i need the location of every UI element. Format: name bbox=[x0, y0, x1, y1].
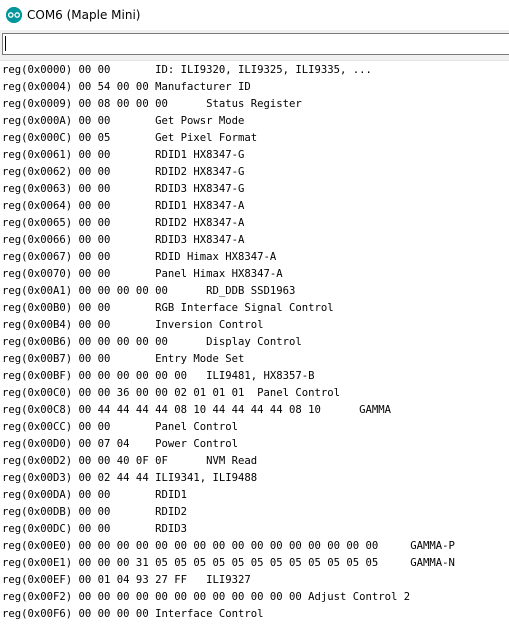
output-line: reg(0x00B7) 00 00 Entry Mode Set bbox=[2, 353, 245, 365]
output-line: reg(0x00DC) 00 00 RDID3 bbox=[2, 523, 187, 535]
output-line: reg(0x00F6) 00 00 00 00 Interface Contro… bbox=[2, 608, 264, 620]
output-line: reg(0x00C8) 00 44 44 44 44 08 10 44 44 4… bbox=[2, 404, 392, 416]
output-line: reg(0x0065) 00 00 RDID2 HX8347-A bbox=[2, 217, 245, 229]
output-line: reg(0x00CC) 00 00 Panel Control bbox=[2, 421, 238, 433]
output-line: reg(0x0061) 00 00 RDID1 HX8347-G bbox=[2, 149, 245, 161]
output-line: reg(0x0062) 00 00 RDID2 HX8347-G bbox=[2, 166, 245, 178]
serial-input[interactable] bbox=[2, 33, 509, 55]
output-line: reg(0x00B4) 00 00 Inversion Control bbox=[2, 319, 264, 331]
output-line: reg(0x00D3) 00 02 44 44 ILI9341, ILI9488 bbox=[2, 472, 258, 484]
output-line: reg(0x00D2) 00 00 40 0F 0F NVM Read bbox=[2, 455, 258, 467]
output-line: reg(0x0009) 00 08 00 00 00 Status Regist… bbox=[2, 98, 302, 110]
output-line: reg(0x0067) 00 00 RDID Himax HX8347-A bbox=[2, 251, 277, 263]
output-line: reg(0x00D0) 00 07 04 Power Control bbox=[2, 438, 238, 450]
serial-output[interactable]: reg(0x0000) 00 00 ID: ILI9320, ILI9325, … bbox=[0, 62, 509, 636]
window-title: COM6 (Maple Mini) bbox=[27, 8, 141, 22]
output-line: reg(0x0070) 00 00 Panel Himax HX8347-A bbox=[2, 268, 283, 280]
output-line: reg(0x00A1) 00 00 00 00 00 RD_DDB SSD196… bbox=[2, 285, 296, 297]
output-line: reg(0x00E1) 00 00 00 31 05 05 05 05 05 0… bbox=[2, 557, 455, 569]
output-line: reg(0x00B6) 00 00 00 00 00 Display Contr… bbox=[2, 336, 302, 348]
output-line: reg(0x0000) 00 00 ID: ILI9320, ILI9325, … bbox=[2, 64, 372, 76]
output-line: reg(0x0064) 00 00 RDID1 HX8347-A bbox=[2, 200, 245, 212]
arduino-logo-icon bbox=[6, 7, 22, 23]
output-line: reg(0x000C) 00 05 Get Pixel Format bbox=[2, 132, 258, 144]
output-line: reg(0x00E0) 00 00 00 00 00 00 00 00 00 0… bbox=[2, 540, 455, 552]
output-line: reg(0x00DA) 00 00 RDID1 bbox=[2, 489, 187, 501]
output-line: reg(0x00C0) 00 00 36 00 00 02 01 01 01 P… bbox=[2, 387, 341, 399]
title-bar: COM6 (Maple Mini) bbox=[0, 0, 509, 30]
divider bbox=[0, 60, 509, 61]
output-line: reg(0x00F2) 00 00 00 00 00 00 00 00 00 0… bbox=[2, 591, 411, 603]
output-line: reg(0x0063) 00 00 RDID3 HX8347-G bbox=[2, 183, 245, 195]
text-caret bbox=[5, 36, 6, 51]
output-line: reg(0x00EF) 00 01 04 93 27 FF ILI9327 bbox=[2, 574, 251, 586]
output-line: reg(0x00B0) 00 00 RGB Interface Signal C… bbox=[2, 302, 334, 314]
output-line: reg(0x000A) 00 00 Get Powsr Mode bbox=[2, 115, 245, 127]
send-bar bbox=[0, 30, 509, 60]
output-line: reg(0x00DB) 00 00 RDID2 bbox=[2, 506, 187, 518]
output-line: reg(0x0066) 00 00 RDID3 HX8347-A bbox=[2, 234, 245, 246]
output-line: reg(0x0004) 00 54 00 00 Manufacturer ID bbox=[2, 81, 251, 93]
output-line: reg(0x00BF) 00 00 00 00 00 00 ILI9481, H… bbox=[2, 370, 315, 382]
